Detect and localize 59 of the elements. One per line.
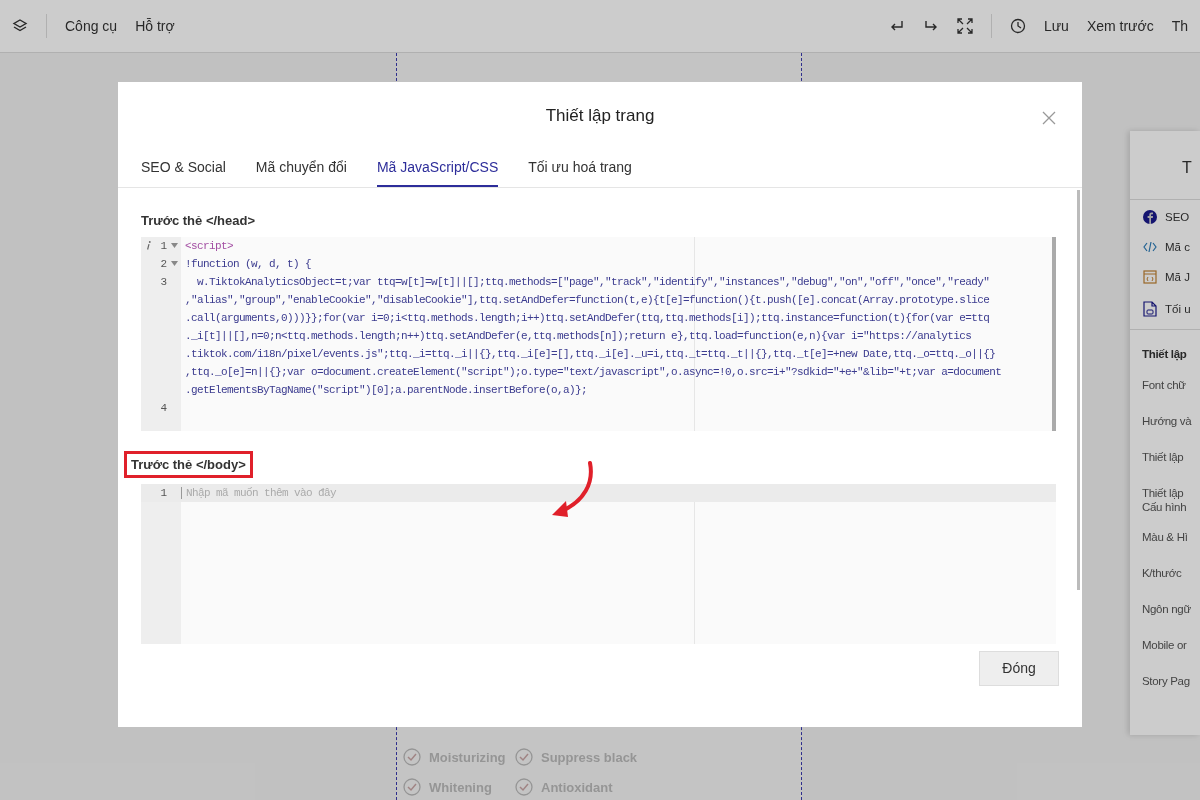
line-number: 3 <box>160 275 167 288</box>
code-line: w.TiktokAnalyticsObject=t;var ttq=w[t]=w[t]||[];ttq.methods=["page","track","identify","instances","debug","on","off","once","ready" <box>196 275 990 288</box>
facebook-icon[interactable] <box>1143 210 1157 224</box>
menu-item[interactable]: Công cụ <box>65 18 118 34</box>
menu-item[interactable]: Hỗ trợ <box>135 18 175 34</box>
code-line: .tiktok.com/i18n/pixel/events.js";ttq._i=ttq._i||{},ttq._i[e]=[],ttq._i[e]._u=i,ttq._t=ttq._t||{},ttq._t[e]=+new Date,ttq._o=ttq._o||{} <box>184 347 996 360</box>
dialog-title: Thiết lập trang <box>545 106 655 127</box>
panel-title: T <box>1130 131 1200 200</box>
panel-item[interactable]: Thiết lập Cấu hình <box>1130 476 1200 520</box>
panel-item[interactable]: Ngôn ngữ <box>1130 592 1200 628</box>
panel-link[interactable]: Mã J <box>1165 271 1190 283</box>
panel-link[interactable]: Tối u <box>1165 303 1191 315</box>
panel-item[interactable]: Màu & Hì <box>1130 520 1200 556</box>
close-button[interactable]: Đóng <box>979 650 1059 686</box>
check-circle-icon <box>403 748 421 766</box>
section-label: Trước thẻ </head> <box>141 211 257 230</box>
code-placeholder: Nhập mã muốn thêm vào đây <box>181 486 337 499</box>
tab[interactable]: Tối ưu hoá trang <box>528 150 632 187</box>
panel-item[interactable]: K/thước <box>1130 556 1200 592</box>
code-line: ,ttq._o[e]=n||{};var o=document.createElement("script");o.type="text/javascript",o.async=!0,o.src=i+"?sdkid="+e+"&lib="+t;var a=document <box>184 365 1002 378</box>
code-icon[interactable] <box>1143 241 1157 253</box>
toolbar-action[interactable]: Xem trước <box>1086 18 1154 34</box>
code-line: !function (w, d, t) { <box>184 257 312 270</box>
panel-item[interactable]: Font chữ <box>1130 368 1200 404</box>
panel-item[interactable]: Thiết lập <box>1130 440 1200 476</box>
code-editor[interactable] <box>141 236 1056 431</box>
close-icon[interactable] <box>1042 111 1056 125</box>
line-number: 2 <box>160 257 167 270</box>
panel-item[interactable]: Mobile or <box>1130 628 1200 664</box>
redo-icon[interactable] <box>922 19 939 33</box>
code-line: ,"alias","group","enableCookie","disableCookie"],ttq.setAndDefer=function(t,e){t[e]=function(){t.push([e].concat(Array.prototype.slice <box>184 293 990 306</box>
layers-icon[interactable] <box>12 18 28 34</box>
code-line: <script> <box>184 239 233 252</box>
history-icon[interactable] <box>1009 18 1026 34</box>
check-circle-icon <box>403 778 421 796</box>
panel-item[interactable]: Hướng và <box>1130 404 1200 440</box>
panel-section-title: Thiết lập <box>1141 347 1188 363</box>
check-circle-icon <box>515 748 533 766</box>
file-icon[interactable] <box>1143 301 1157 317</box>
tab[interactable]: Mã JavaScript/CSS <box>376 150 499 187</box>
line-number: 4 <box>160 401 167 414</box>
line-number: 1 <box>160 486 167 499</box>
toolbar-action[interactable]: Lưu <box>1043 18 1069 34</box>
line-number: 1 <box>160 239 167 252</box>
tab[interactable]: Mã chuyển đổi <box>255 150 347 187</box>
toolbar-action[interactable]: Th <box>1171 18 1188 34</box>
check-circle-icon <box>515 778 533 796</box>
fold-caret-icon[interactable] <box>171 243 178 249</box>
fold-caret-icon[interactable] <box>171 261 178 267</box>
code-line: .call(arguments,0)))}};for(var i=0;i<ttq.methods.length;i++)ttq.setAndDefer(ttq,ttq.methods[i]);ttq.instance=function(t){for(var e=ttq <box>184 311 990 324</box>
tab[interactable]: SEO & Social <box>141 150 226 187</box>
panel-link[interactable]: Mã c <box>1165 241 1190 253</box>
panel-item[interactable]: Story Pag <box>1130 664 1200 700</box>
code-line: ._i[t]||[],n=0;n<ttq.methods.length;n++)ttq.setAndDefer(e,ttq.methods[n]);return e},ttq.load=function(e,n){var i="https://analytics <box>184 329 972 342</box>
fullscreen-icon[interactable] <box>956 18 973 34</box>
panel-link[interactable]: SEO <box>1165 211 1190 223</box>
section-label: Trước thẻ </body> <box>124 450 253 478</box>
code-editor[interactable]: 1 Nhập mã muốn thêm vào đây <box>141 483 1056 644</box>
code-line: .getElementsByTagName("script")[0];a.parentNode.insertBefore(o,a)}; <box>184 383 588 396</box>
